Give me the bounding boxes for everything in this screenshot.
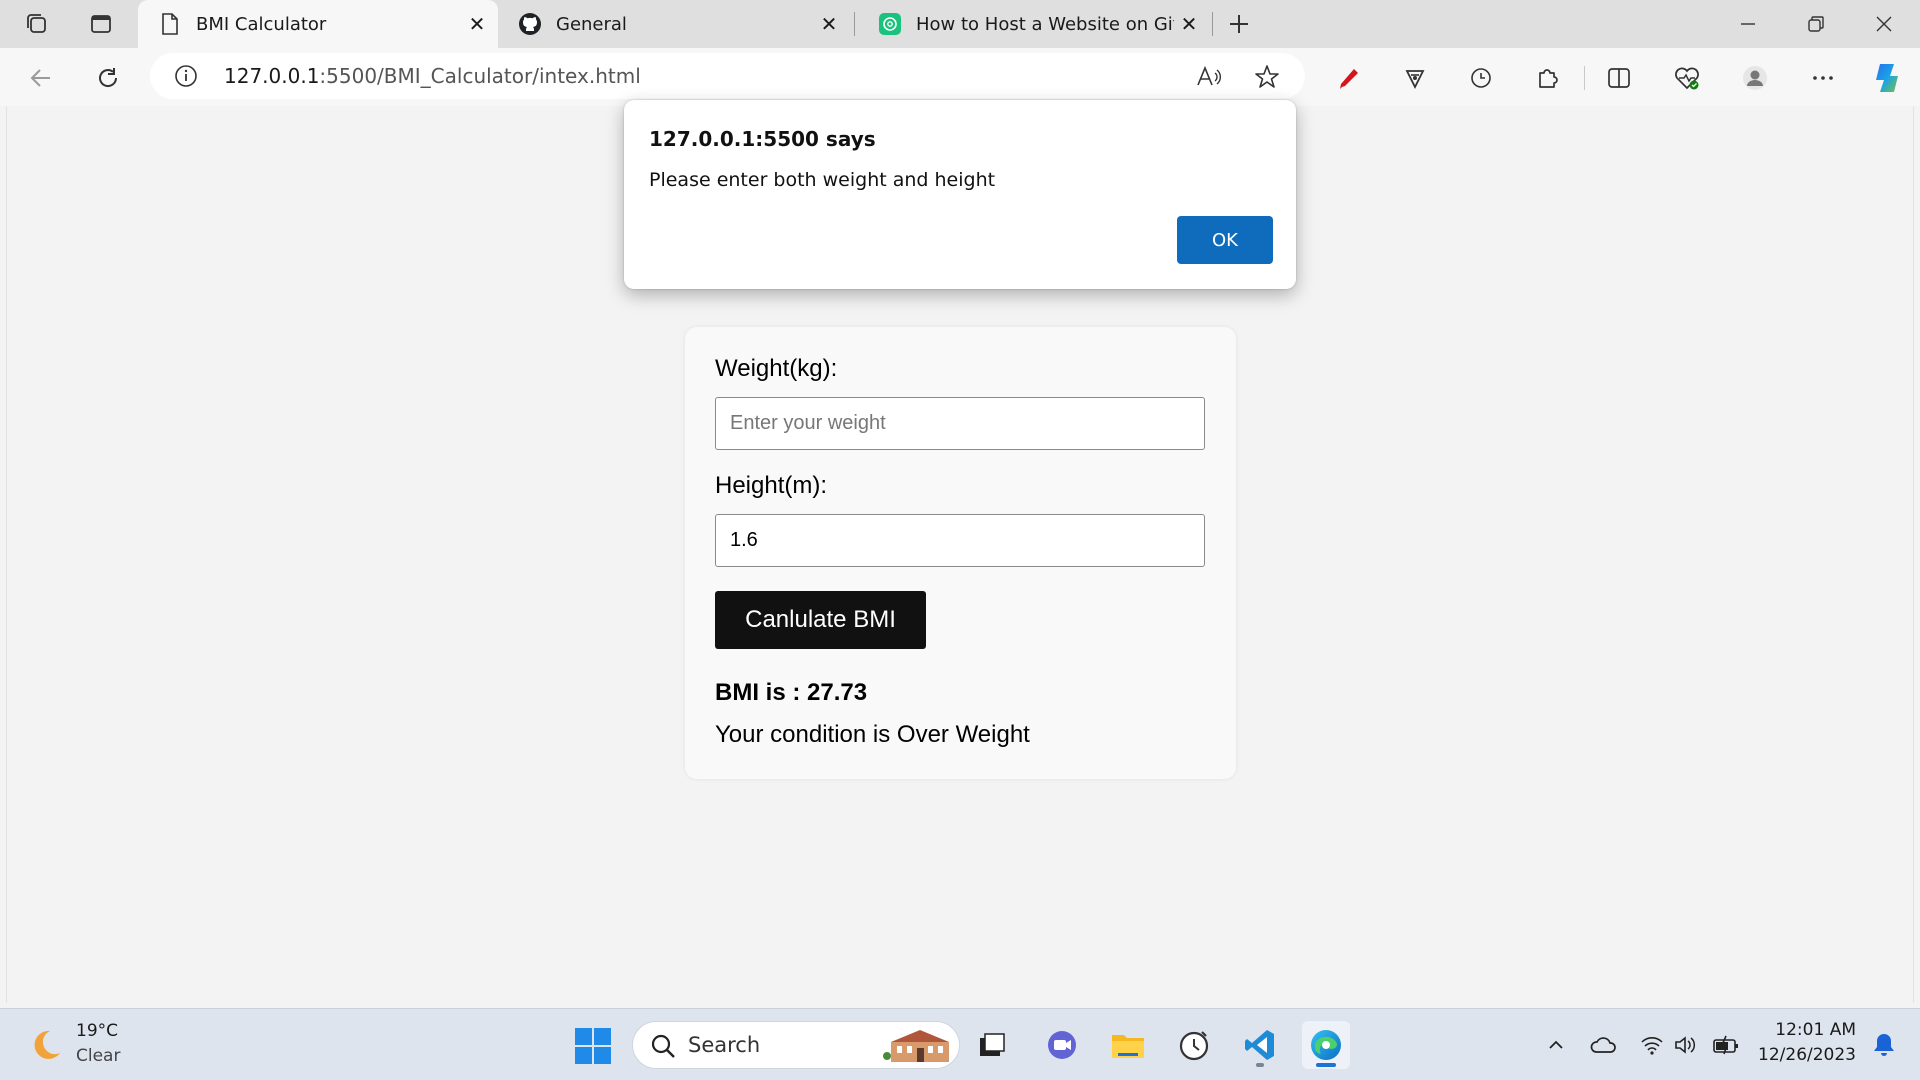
weight-input[interactable] — [715, 397, 1205, 450]
taskbar-vscode[interactable] — [1236, 1021, 1284, 1069]
bmi-condition: Your condition is Over Weight — [715, 721, 1030, 748]
pen-extension-icon[interactable] — [1334, 63, 1364, 93]
taskbar-edge[interactable] — [1302, 1021, 1350, 1069]
close-tab-icon[interactable]: ✕ — [462, 9, 492, 39]
close-tab-icon[interactable]: ✕ — [1174, 9, 1204, 39]
more-options-icon[interactable] — [1808, 63, 1838, 93]
back-icon[interactable] — [24, 61, 58, 95]
github-icon — [518, 12, 542, 36]
close-tab-icon[interactable]: ✕ — [814, 9, 844, 39]
favorite-star-icon[interactable] — [1254, 64, 1280, 90]
split-screen-icon[interactable] — [1604, 63, 1634, 93]
weather-condition[interactable]: Clear — [76, 1046, 120, 1066]
close-window-icon[interactable] — [1850, 0, 1918, 48]
wifi-icon[interactable] — [1638, 1031, 1666, 1059]
new-tab-icon[interactable] — [1224, 10, 1254, 38]
onedrive-cloud-icon[interactable] — [1590, 1031, 1618, 1059]
history-icon[interactable] — [1466, 63, 1496, 93]
bmi-result: BMI is : 27.73 — [715, 679, 868, 706]
dialog-message: Please enter both weight and height — [649, 169, 996, 191]
height-label: Height(m): — [715, 472, 828, 499]
height-input[interactable] — [715, 514, 1205, 567]
tab-title: BMI Calculator — [196, 13, 327, 35]
tab-divider — [854, 12, 855, 36]
browser-essentials-icon[interactable] — [1672, 63, 1702, 93]
weather-temperature[interactable]: 19°C — [76, 1021, 118, 1041]
search-highlight-icon — [883, 1030, 949, 1062]
weight-label: Weight(kg): — [715, 355, 838, 382]
read-aloud-icon[interactable] — [1196, 64, 1222, 90]
restore-icon[interactable] — [1782, 0, 1850, 48]
taskbar: 19°C Clear Search 12:01 AM 12/26/2023 — [0, 1008, 1920, 1080]
toolbar-divider — [1584, 66, 1585, 90]
taskbar-task-view[interactable] — [968, 1021, 1016, 1069]
volume-icon[interactable] — [1672, 1031, 1700, 1059]
clock-date[interactable]: 12/26/2023 — [1758, 1045, 1856, 1065]
calculate-bmi-button[interactable]: Canlulate BMI — [715, 591, 926, 649]
windows-start-icon[interactable] — [574, 1027, 612, 1065]
chevron-up-icon[interactable] — [1542, 1031, 1570, 1059]
tab-host-website[interactable]: How to Host a Website on GitHu ✕ — [858, 0, 1210, 48]
minimize-icon[interactable] — [1714, 0, 1782, 48]
refresh-icon[interactable] — [91, 61, 125, 95]
url-host: 127.0.0.1 — [224, 64, 320, 88]
tab-title: General — [556, 13, 627, 35]
chatgpt-icon — [878, 12, 902, 36]
extension-icon[interactable] — [1400, 63, 1430, 93]
clock-time[interactable]: 12:01 AM — [1775, 1020, 1856, 1040]
workspaces-icon[interactable] — [22, 10, 52, 38]
tab-bmi-calculator[interactable]: BMI Calculator ✕ — [138, 0, 498, 48]
profile-avatar-icon[interactable] — [1740, 63, 1770, 93]
moon-icon[interactable] — [28, 1027, 64, 1063]
url-path: :5500/BMI_Calculator/intex.html — [319, 64, 641, 88]
notification-bell-icon[interactable] — [1870, 1031, 1898, 1059]
active-indicator — [1316, 1063, 1336, 1067]
taskbar-file-explorer[interactable] — [1104, 1021, 1152, 1069]
tab-divider — [1212, 12, 1213, 36]
site-info-icon[interactable] — [174, 64, 198, 88]
taskbar-clock-app[interactable] — [1170, 1021, 1218, 1069]
taskbar-search[interactable]: Search — [632, 1021, 960, 1069]
taskbar-teams[interactable] — [1038, 1021, 1086, 1069]
extensions-puzzle-icon[interactable] — [1532, 63, 1562, 93]
url-text[interactable]: 127.0.0.1:5500/BMI_Calculator/intex.html — [224, 64, 641, 88]
tab-actions-icon[interactable] — [86, 10, 116, 38]
browser-toolbar: 127.0.0.1:5500/BMI_Calculator/intex.html — [0, 48, 1920, 106]
address-bar[interactable]: 127.0.0.1:5500/BMI_Calculator/intex.html — [150, 53, 1305, 99]
search-placeholder: Search — [688, 1033, 761, 1057]
tab-general[interactable]: General ✕ — [498, 0, 850, 48]
alert-dialog: 127.0.0.1:5500 says Please enter both we… — [624, 100, 1296, 289]
dialog-title: 127.0.0.1:5500 says — [649, 127, 876, 151]
battery-charging-icon[interactable] — [1712, 1031, 1740, 1059]
tab-title: How to Host a Website on GitHu — [916, 13, 1174, 35]
bmi-form-card: Weight(kg): Height(m): Canlulate BMI BMI… — [685, 327, 1236, 779]
ok-button[interactable]: OK — [1177, 216, 1273, 264]
page-icon — [158, 12, 182, 36]
search-icon — [651, 1034, 675, 1058]
running-indicator — [1256, 1063, 1264, 1067]
copilot-icon[interactable] — [1870, 60, 1906, 96]
tab-bar: BMI Calculator ✕ General ✕ How to Host a… — [0, 0, 1920, 48]
